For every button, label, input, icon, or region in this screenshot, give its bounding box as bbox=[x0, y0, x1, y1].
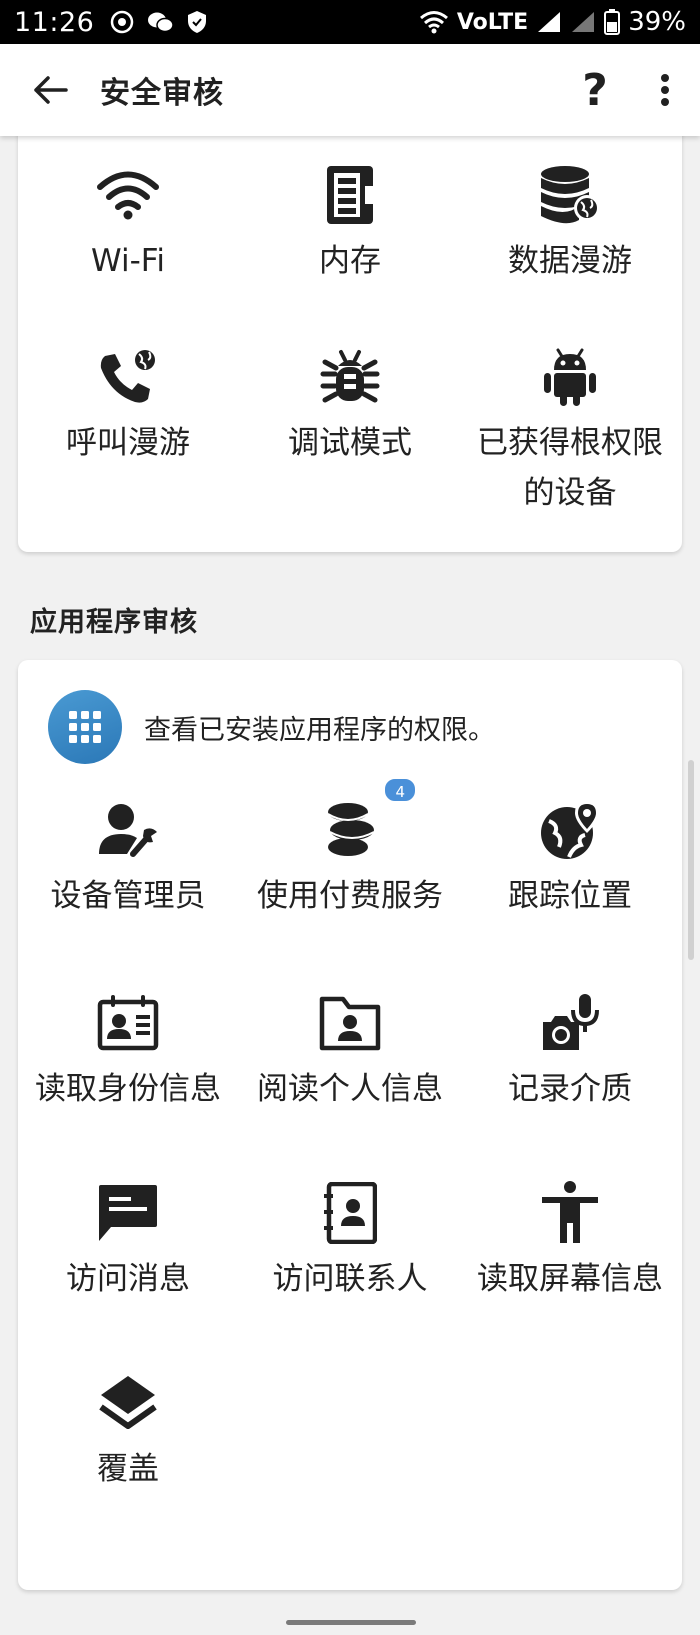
app-item-label: 读取屏幕信息 bbox=[477, 1261, 663, 1297]
volte-indicator: VoLTE bbox=[456, 9, 529, 35]
location-globe-icon bbox=[535, 795, 605, 865]
wechat-icon bbox=[146, 10, 175, 34]
page-title: 安全审核 bbox=[100, 76, 224, 111]
security-item-call-roaming[interactable]: 呼叫漫游 bbox=[18, 342, 238, 468]
scrollbar[interactable] bbox=[688, 760, 694, 960]
status-time: 11:26 bbox=[14, 6, 95, 38]
app-item-label: 记录介质 bbox=[508, 1071, 632, 1107]
app-item-access-contacts[interactable]: 访问联系人 bbox=[240, 1178, 460, 1304]
security-item-label: 数据漫游 bbox=[508, 243, 632, 279]
id-card-icon bbox=[93, 988, 163, 1058]
help-icon: ? bbox=[582, 64, 608, 116]
back-arrow-icon bbox=[34, 76, 68, 104]
app-item-label: 设备管理员 bbox=[50, 878, 206, 914]
security-item-memory[interactable]: 内存 bbox=[240, 160, 460, 286]
app-item-access-messages[interactable]: 访问消息 bbox=[18, 1178, 238, 1304]
shield-icon bbox=[186, 10, 208, 34]
app-item-track-location[interactable]: 跟踪位置 bbox=[460, 795, 680, 921]
app-item-read-screen-info[interactable]: 读取屏幕信息 bbox=[460, 1178, 680, 1304]
app-item-label: 覆盖 bbox=[97, 1451, 159, 1487]
app-item-read-personal-info[interactable]: 阅读个人信息 bbox=[240, 988, 460, 1114]
status-bar: 11:26 VoLTE 39% bbox=[0, 0, 700, 44]
wifi-icon bbox=[93, 160, 163, 230]
view-app-permissions-text: 查看已安装应用程序的权限。 bbox=[144, 714, 495, 746]
contacts-icon bbox=[315, 1178, 385, 1248]
security-item-debug-mode[interactable]: 调试模式 bbox=[240, 342, 460, 468]
security-item-label: 调试模式 bbox=[288, 425, 412, 461]
security-item-label: 内存 bbox=[319, 243, 381, 279]
app-bar: 安全审核 ? bbox=[0, 44, 700, 136]
help-button[interactable]: ? bbox=[560, 44, 630, 136]
security-item-wifi[interactable]: Wi-Fi bbox=[18, 160, 238, 286]
call-roaming-icon bbox=[93, 342, 163, 412]
app-item-label: 访问联系人 bbox=[272, 1261, 428, 1297]
data-roaming-icon bbox=[535, 160, 605, 230]
app-item-label: 跟踪位置 bbox=[508, 878, 632, 914]
layers-icon bbox=[93, 1368, 163, 1438]
signal-icon bbox=[536, 10, 562, 34]
app-item-label: 阅读个人信息 bbox=[257, 1071, 443, 1107]
security-item-label: 已获得根权限的设备 bbox=[477, 425, 663, 511]
signal-2-icon bbox=[570, 10, 596, 34]
bug-icon bbox=[315, 342, 385, 412]
coins-icon: 4 bbox=[315, 777, 417, 865]
security-item-label: Wi-Fi bbox=[91, 243, 165, 279]
message-icon bbox=[93, 1178, 163, 1248]
app-item-label: 使用付费服务 bbox=[257, 878, 443, 914]
app-item-label: 读取身份信息 bbox=[35, 1071, 221, 1107]
app-item-device-admin[interactable]: 设备管理员 bbox=[18, 795, 238, 921]
app-item-label: 访问消息 bbox=[66, 1261, 190, 1297]
battery-icon bbox=[604, 9, 621, 35]
camera-mic-icon bbox=[535, 988, 605, 1058]
memory-icon bbox=[315, 160, 385, 230]
back-button[interactable] bbox=[0, 44, 100, 136]
security-item-data-roaming[interactable]: 数据漫游 bbox=[460, 160, 680, 286]
home-gesture-pill[interactable] bbox=[286, 1620, 416, 1625]
app-item-read-identity[interactable]: 读取身份信息 bbox=[18, 988, 238, 1114]
app-item-overlay[interactable]: 覆盖 bbox=[18, 1368, 238, 1494]
accessibility-icon bbox=[535, 1178, 605, 1248]
personal-folder-icon bbox=[315, 988, 385, 1058]
wifi-status-icon bbox=[419, 10, 449, 34]
app-item-record-media[interactable]: 记录介质 bbox=[460, 988, 680, 1114]
paid-services-count-badge: 4 bbox=[383, 777, 417, 803]
navigation-bar bbox=[0, 1600, 700, 1635]
apps-grid-icon bbox=[48, 690, 122, 764]
app-audit-card: 查看已安装应用程序的权限。 设备管理员 4 使用付费服务 跟踪位置 读取身份信息… bbox=[18, 660, 682, 1590]
more-options-button[interactable] bbox=[630, 44, 700, 136]
view-app-permissions-row[interactable]: 查看已安装应用程序的权限。 bbox=[48, 690, 495, 764]
security-audit-card: Wi-Fi 内存 数据漫游 呼叫漫游 调试模式 已获得根权限的设备 bbox=[18, 120, 682, 552]
section-title-app-audit: 应用程序审核 bbox=[30, 607, 198, 638]
security-item-label: 呼叫漫游 bbox=[66, 425, 190, 461]
more-vert-icon bbox=[661, 74, 669, 106]
security-item-rooted-device[interactable]: 已获得根权限的设备 bbox=[460, 342, 680, 518]
android-icon bbox=[535, 342, 605, 412]
battery-percent: 39% bbox=[628, 7, 686, 37]
notification-app-icon bbox=[110, 10, 134, 34]
app-item-paid-services[interactable]: 4 使用付费服务 bbox=[240, 777, 460, 921]
admin-icon bbox=[93, 795, 163, 865]
